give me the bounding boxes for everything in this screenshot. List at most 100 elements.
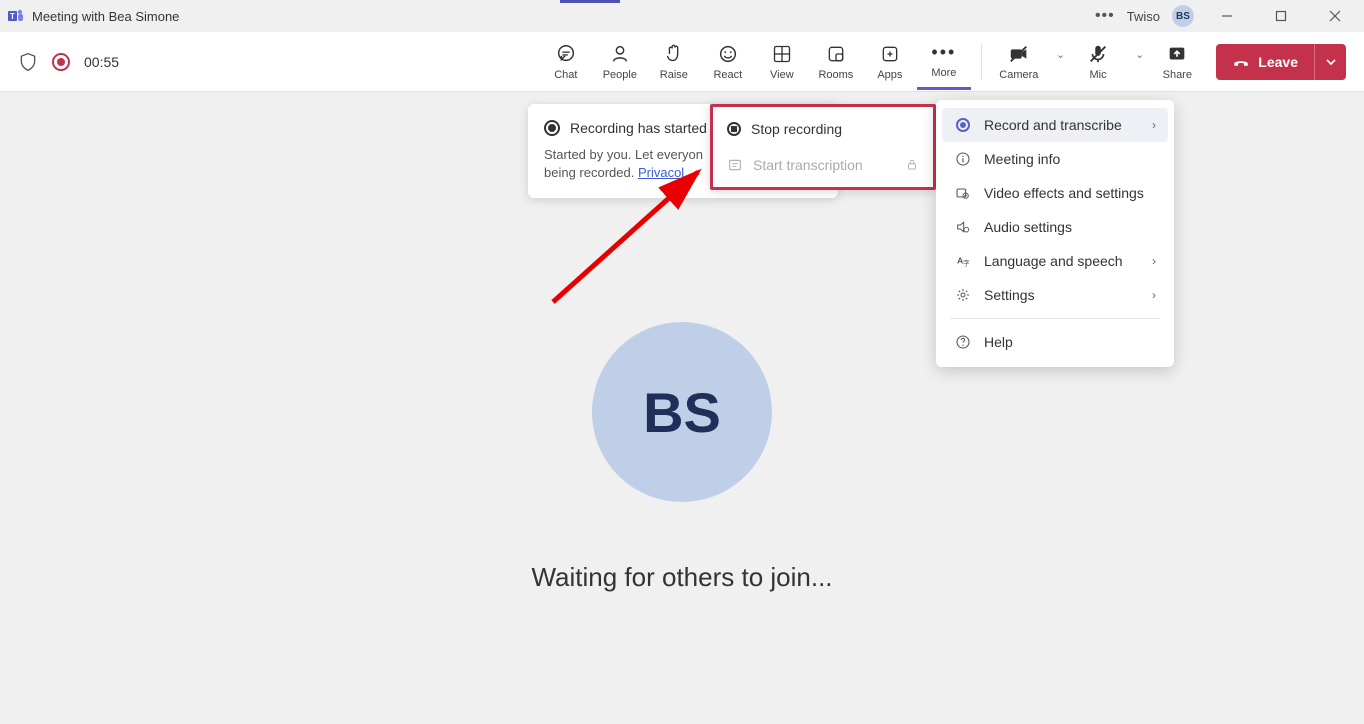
language-speech-item[interactable]: A字 Language and speech › bbox=[942, 244, 1168, 278]
view-button[interactable]: View bbox=[755, 34, 809, 90]
stop-icon bbox=[727, 122, 741, 136]
share-icon bbox=[1166, 43, 1188, 65]
chat-button[interactable]: Chat bbox=[539, 34, 593, 90]
recording-indicator-icon[interactable] bbox=[52, 53, 70, 71]
settings-item[interactable]: Settings › bbox=[942, 278, 1168, 312]
stop-recording-label: Stop recording bbox=[751, 121, 842, 137]
minimize-button[interactable] bbox=[1206, 1, 1248, 31]
rooms-label: Rooms bbox=[818, 69, 853, 81]
more-icon: ••• bbox=[931, 41, 956, 63]
mic-chevron-icon[interactable]: ⌄ bbox=[1129, 48, 1150, 61]
leave-button[interactable]: Leave bbox=[1216, 44, 1314, 80]
video-effects-icon bbox=[954, 185, 972, 201]
info-icon bbox=[954, 151, 972, 167]
react-label: React bbox=[713, 69, 742, 81]
meeting-stage: BS Waiting for others to join... Recordi… bbox=[0, 92, 1364, 724]
record-transcribe-item[interactable]: Record and transcribe › bbox=[942, 108, 1168, 142]
mic-button[interactable]: Mic bbox=[1071, 34, 1125, 90]
hangup-icon bbox=[1232, 53, 1250, 71]
toast-link-tail: ol bbox=[674, 165, 684, 180]
people-icon bbox=[609, 43, 631, 65]
share-label: Share bbox=[1163, 69, 1192, 81]
camera-button[interactable]: Camera bbox=[992, 34, 1046, 90]
apps-button[interactable]: Apps bbox=[863, 34, 917, 90]
language-speech-label: Language and speech bbox=[984, 253, 1123, 269]
view-icon bbox=[772, 43, 792, 65]
help-item[interactable]: Help bbox=[942, 325, 1168, 359]
meeting-title: Meeting with Bea Simone bbox=[32, 9, 179, 24]
chevron-right-icon: › bbox=[1152, 288, 1156, 302]
mic-off-icon bbox=[1087, 43, 1109, 65]
shield-icon[interactable] bbox=[18, 52, 38, 72]
apps-icon bbox=[880, 43, 900, 65]
waiting-text: Waiting for others to join... bbox=[531, 562, 832, 593]
gear-icon bbox=[954, 287, 972, 303]
toolbar-separator bbox=[981, 44, 982, 80]
more-button[interactable]: ••• More bbox=[917, 34, 971, 90]
chat-label: Chat bbox=[554, 69, 577, 81]
call-timer: 00:55 bbox=[84, 54, 119, 70]
stop-recording-item[interactable]: Stop recording bbox=[713, 111, 933, 147]
maximize-button[interactable] bbox=[1260, 1, 1302, 31]
lock-icon bbox=[905, 158, 919, 172]
camera-chevron-icon[interactable]: ⌄ bbox=[1050, 48, 1071, 61]
record-submenu: Stop recording Start transcription bbox=[710, 104, 936, 190]
camera-label: Camera bbox=[999, 69, 1038, 81]
react-button[interactable]: React bbox=[701, 34, 755, 90]
menu-separator bbox=[950, 318, 1160, 319]
help-icon bbox=[954, 334, 972, 350]
privacy-link[interactable]: Privac bbox=[638, 165, 674, 180]
mic-label: Mic bbox=[1090, 69, 1107, 81]
language-icon: A字 bbox=[954, 253, 972, 269]
record-transcribe-label: Record and transcribe bbox=[984, 117, 1122, 133]
raise-hand-icon bbox=[663, 43, 685, 65]
audio-settings-item[interactable]: Audio settings bbox=[942, 210, 1168, 244]
teams-logo-icon: T bbox=[8, 8, 24, 24]
accent-strip bbox=[560, 0, 620, 3]
leave-label: Leave bbox=[1258, 54, 1298, 70]
svg-text:字: 字 bbox=[963, 259, 970, 268]
audio-settings-label: Audio settings bbox=[984, 219, 1072, 235]
react-icon bbox=[717, 43, 739, 65]
camera-off-icon bbox=[1008, 43, 1030, 65]
titlebar-more-icon[interactable]: ••• bbox=[1095, 7, 1115, 25]
toast-body-line2: being recorded. bbox=[544, 165, 638, 180]
meeting-info-label: Meeting info bbox=[984, 151, 1060, 167]
people-label: People bbox=[603, 69, 637, 81]
toast-title: Recording has started bbox=[570, 120, 707, 136]
rooms-button[interactable]: Rooms bbox=[809, 34, 863, 90]
people-button[interactable]: People bbox=[593, 34, 647, 90]
apps-label: Apps bbox=[877, 69, 902, 81]
more-menu: Record and transcribe › Meeting info Vid… bbox=[936, 100, 1174, 367]
raise-button[interactable]: Raise bbox=[647, 34, 701, 90]
help-label: Help bbox=[984, 334, 1013, 350]
participant-avatar: BS bbox=[592, 322, 772, 502]
meeting-info-item[interactable]: Meeting info bbox=[942, 142, 1168, 176]
settings-label: Settings bbox=[984, 287, 1035, 303]
chevron-right-icon: › bbox=[1152, 118, 1156, 132]
audio-settings-icon bbox=[954, 219, 972, 235]
record-icon bbox=[544, 120, 560, 136]
video-effects-item[interactable]: Video effects and settings bbox=[942, 176, 1168, 210]
start-transcription-label: Start transcription bbox=[753, 157, 863, 173]
start-transcription-item: Start transcription bbox=[713, 147, 933, 183]
close-button[interactable] bbox=[1314, 1, 1356, 31]
chevron-right-icon: › bbox=[1152, 254, 1156, 268]
share-button[interactable]: Share bbox=[1150, 34, 1204, 90]
chevron-down-icon bbox=[1325, 56, 1337, 68]
more-label: More bbox=[931, 67, 956, 79]
transcription-icon bbox=[727, 157, 743, 173]
toast-body-line1: Started by you. Let everyon bbox=[544, 147, 703, 162]
meeting-toolbar: 00:55 Chat People Raise React View Rooms bbox=[0, 32, 1364, 92]
rooms-icon bbox=[826, 43, 846, 65]
view-label: View bbox=[770, 69, 794, 81]
svg-text:T: T bbox=[10, 12, 15, 21]
video-effects-label: Video effects and settings bbox=[984, 185, 1144, 201]
leave-dropdown[interactable] bbox=[1314, 44, 1346, 80]
account-name[interactable]: Twiso bbox=[1127, 9, 1160, 24]
record-menu-icon bbox=[954, 118, 972, 132]
user-avatar-small[interactable]: BS bbox=[1172, 5, 1194, 27]
chat-icon bbox=[555, 43, 577, 65]
title-bar: T Meeting with Bea Simone ••• Twiso BS bbox=[0, 0, 1364, 32]
raise-label: Raise bbox=[660, 69, 688, 81]
